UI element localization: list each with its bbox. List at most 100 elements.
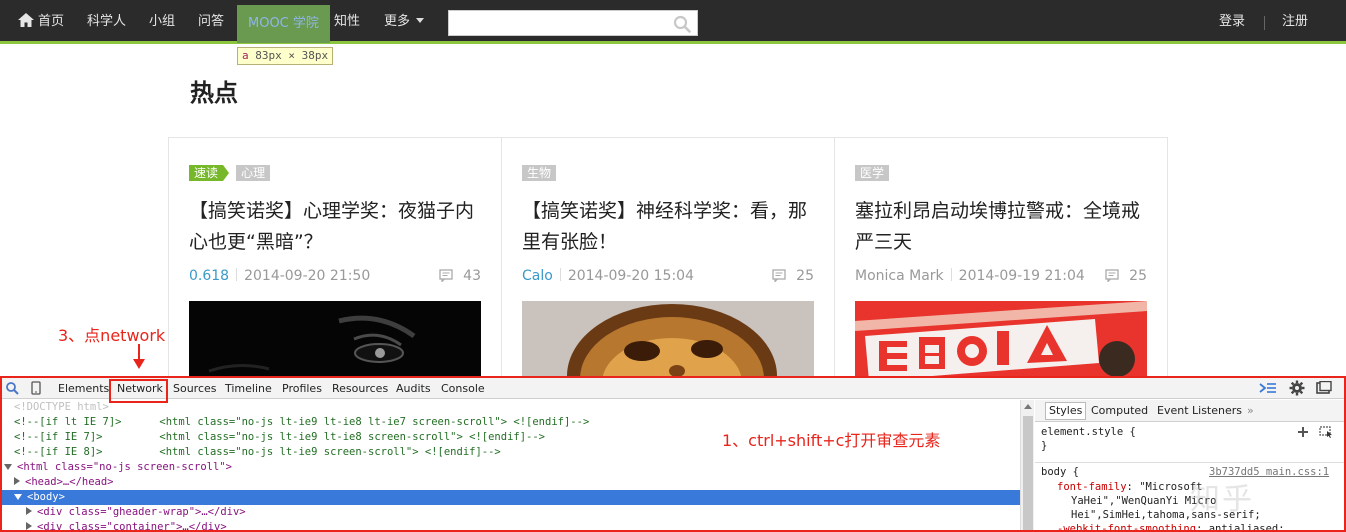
home-icon [18, 13, 34, 27]
article-title[interactable]: 【搞笑诺奖】心理学奖：夜猫子内心也更“黑暗”？ [189, 196, 489, 258]
tab-styles[interactable]: Styles [1045, 402, 1087, 420]
search-input[interactable] [449, 11, 669, 35]
tag-chip[interactable]: 心理 [236, 165, 271, 181]
dom-node-line[interactable]: <!DOCTYPE html> [14, 400, 109, 415]
tab-elements[interactable]: Elements [58, 381, 109, 396]
search-icon[interactable] [673, 15, 691, 33]
dock-side-icon[interactable] [1316, 381, 1332, 395]
element-style-selector[interactable]: element.style { [1041, 426, 1136, 438]
nav-item-groups[interactable]: 小组 [149, 5, 175, 39]
comment-count[interactable]: 25 [772, 268, 814, 284]
css-property: -webkit-font-smoothing [1057, 523, 1197, 532]
register-link[interactable]: 注册 [1282, 5, 1308, 39]
article-date: 2014-09-19 21:04 [958, 268, 1085, 284]
nav-divider [1264, 16, 1265, 30]
collapse-triangle-icon[interactable] [14, 477, 20, 485]
nav-item-mooc[interactable]: MOOC 学院 [237, 5, 330, 43]
tag-list: 医学 [855, 165, 891, 183]
article-date: 2014-09-20 15:04 [567, 268, 694, 284]
dom-node-line[interactable]: <head>…</head> [14, 475, 114, 490]
article-title[interactable]: 塞拉利昂启动埃博拉警戒：全境戒严三天 [855, 196, 1155, 258]
comment-count[interactable]: 43 [439, 268, 481, 284]
comment-icon [1105, 269, 1119, 282]
tab-sources[interactable]: Sources [173, 381, 217, 396]
tab-console[interactable]: Console [441, 381, 485, 396]
collapse-triangle-icon[interactable] [26, 522, 32, 530]
dom-node-line[interactable]: <div class="gheader-wrap">…</div> [26, 505, 246, 520]
more-tabs-chevron[interactable]: » [1247, 404, 1254, 418]
article-card[interactable]: 生物 【搞笑诺奖】神经科学奖：看，那里有张脸！ Calo 2014-09-20 1… [502, 138, 835, 388]
collapse-triangle-icon[interactable] [26, 507, 32, 515]
tab-timeline[interactable]: Timeline [225, 381, 272, 396]
nav-item-more[interactable]: 更多 [384, 5, 425, 39]
console-drawer-icon[interactable] [1259, 381, 1277, 395]
tab-event-listeners[interactable]: Event Listeners [1157, 404, 1242, 418]
dom-node-text: <head>…</head> [25, 476, 114, 488]
nav-item-qa[interactable]: 问答 [198, 5, 224, 39]
dom-node-text: <div class="gheader-wrap">…</div> [37, 506, 246, 518]
article-thumbnail[interactable] [855, 301, 1147, 388]
dom-node-line-selected[interactable]: <body> [2, 490, 1020, 505]
tag-list: 速读 心理 [189, 165, 272, 183]
tooltip-height: 38 [301, 49, 315, 62]
scrollbar-thumb[interactable] [1023, 416, 1033, 530]
elements-scrollbar[interactable] [1020, 400, 1034, 530]
device-mode-icon[interactable] [29, 381, 43, 395]
tooltip-tag: a [242, 49, 249, 62]
tag-chip[interactable]: 速读 [189, 165, 230, 181]
comment-icon [772, 269, 786, 282]
article-card[interactable]: 医学 塞拉利昂启动埃博拉警戒：全境戒严三天 Monica Mark 2014-09… [835, 138, 1168, 388]
expand-triangle-icon[interactable] [14, 494, 22, 500]
article-card[interactable]: 速读 心理 【搞笑诺奖】心理学奖：夜猫子内心也更“黑暗”？ 0.618 2014-… [169, 138, 502, 388]
plus-icon[interactable] [1297, 426, 1309, 438]
article-thumbnail[interactable] [189, 301, 481, 388]
article-title[interactable]: 【搞笑诺奖】神经科学奖：看，那里有张脸！ [522, 196, 822, 258]
tab-profiles[interactable]: Profiles [282, 381, 322, 396]
top-navigation-bar: 首页 科学人 小组 问答 MOOC 学院 知性 更多 登录 注册 [0, 0, 1346, 44]
article-meta: Monica Mark 2014-09-19 21:04 25 [855, 268, 1147, 286]
comment-count[interactable]: 25 [1105, 268, 1147, 284]
nav-item-zhixing[interactable]: 知性 [334, 5, 360, 39]
toggle-element-state-icon[interactable] [1319, 426, 1333, 438]
tag-chip[interactable]: 医学 [855, 165, 890, 181]
body-rule-selector[interactable]: body { [1041, 466, 1079, 478]
watermark: 知乎 [1190, 482, 1254, 517]
article-author[interactable]: Monica Mark [855, 268, 944, 284]
tooltip-width: 83 [255, 49, 269, 62]
element-style-close: } [1041, 440, 1048, 452]
nav-home-label: 首页 [38, 14, 65, 29]
dom-node-line[interactable]: <div class="container">…</div> [26, 520, 227, 530]
meta-divider [559, 268, 561, 281]
tooltip-unit-w: px [268, 49, 282, 62]
dom-node-line[interactable]: <!--[if lt IE 7]> <html class="no-js lt-… [14, 415, 589, 430]
nav-home-link[interactable]: 首页 [18, 5, 64, 39]
scroll-up-icon[interactable] [1024, 404, 1032, 409]
annotation-step-3: 3、点network [58, 326, 166, 345]
gear-icon[interactable] [1289, 380, 1305, 396]
nav-more-label: 更多 [384, 14, 411, 29]
article-thumbnail[interactable] [522, 301, 814, 388]
comment-count-value: 25 [796, 268, 814, 284]
css-declaration[interactable]: font-family: "Microsoft [1057, 481, 1202, 493]
tab-audits[interactable]: Audits [396, 381, 431, 396]
tag-chip[interactable]: 生物 [522, 165, 557, 181]
dom-node-line[interactable]: <!--[if IE 8]> <html class="no-js lt-ie9… [14, 445, 501, 460]
elements-tree[interactable]: <!DOCTYPE html> <!--[if lt IE 7]> <html … [2, 400, 1020, 530]
comment-count-value: 43 [463, 268, 481, 284]
nav-item-science[interactable]: 科学人 [87, 5, 126, 39]
meta-divider [950, 268, 952, 281]
chevron-down-icon [416, 18, 425, 23]
dom-node-line[interactable]: <html class="no-js screen-scroll"> [4, 460, 232, 475]
section-title: 热点 [190, 79, 238, 107]
css-property: font-family [1057, 481, 1127, 493]
expand-triangle-icon[interactable] [4, 464, 12, 470]
tab-computed[interactable]: Computed [1091, 404, 1148, 418]
login-link[interactable]: 登录 [1219, 5, 1245, 39]
article-author[interactable]: 0.618 [189, 268, 229, 284]
article-author[interactable]: Calo [522, 268, 553, 284]
tab-resources[interactable]: Resources [332, 381, 388, 396]
dom-node-line[interactable]: <!--[if IE 7]> <html class="no-js lt-ie9… [14, 430, 545, 445]
css-declaration[interactable]: -webkit-font-smoothing: antialiased; [1057, 523, 1285, 532]
inspect-icon[interactable] [5, 381, 19, 395]
tag-list: 生物 [522, 165, 558, 183]
